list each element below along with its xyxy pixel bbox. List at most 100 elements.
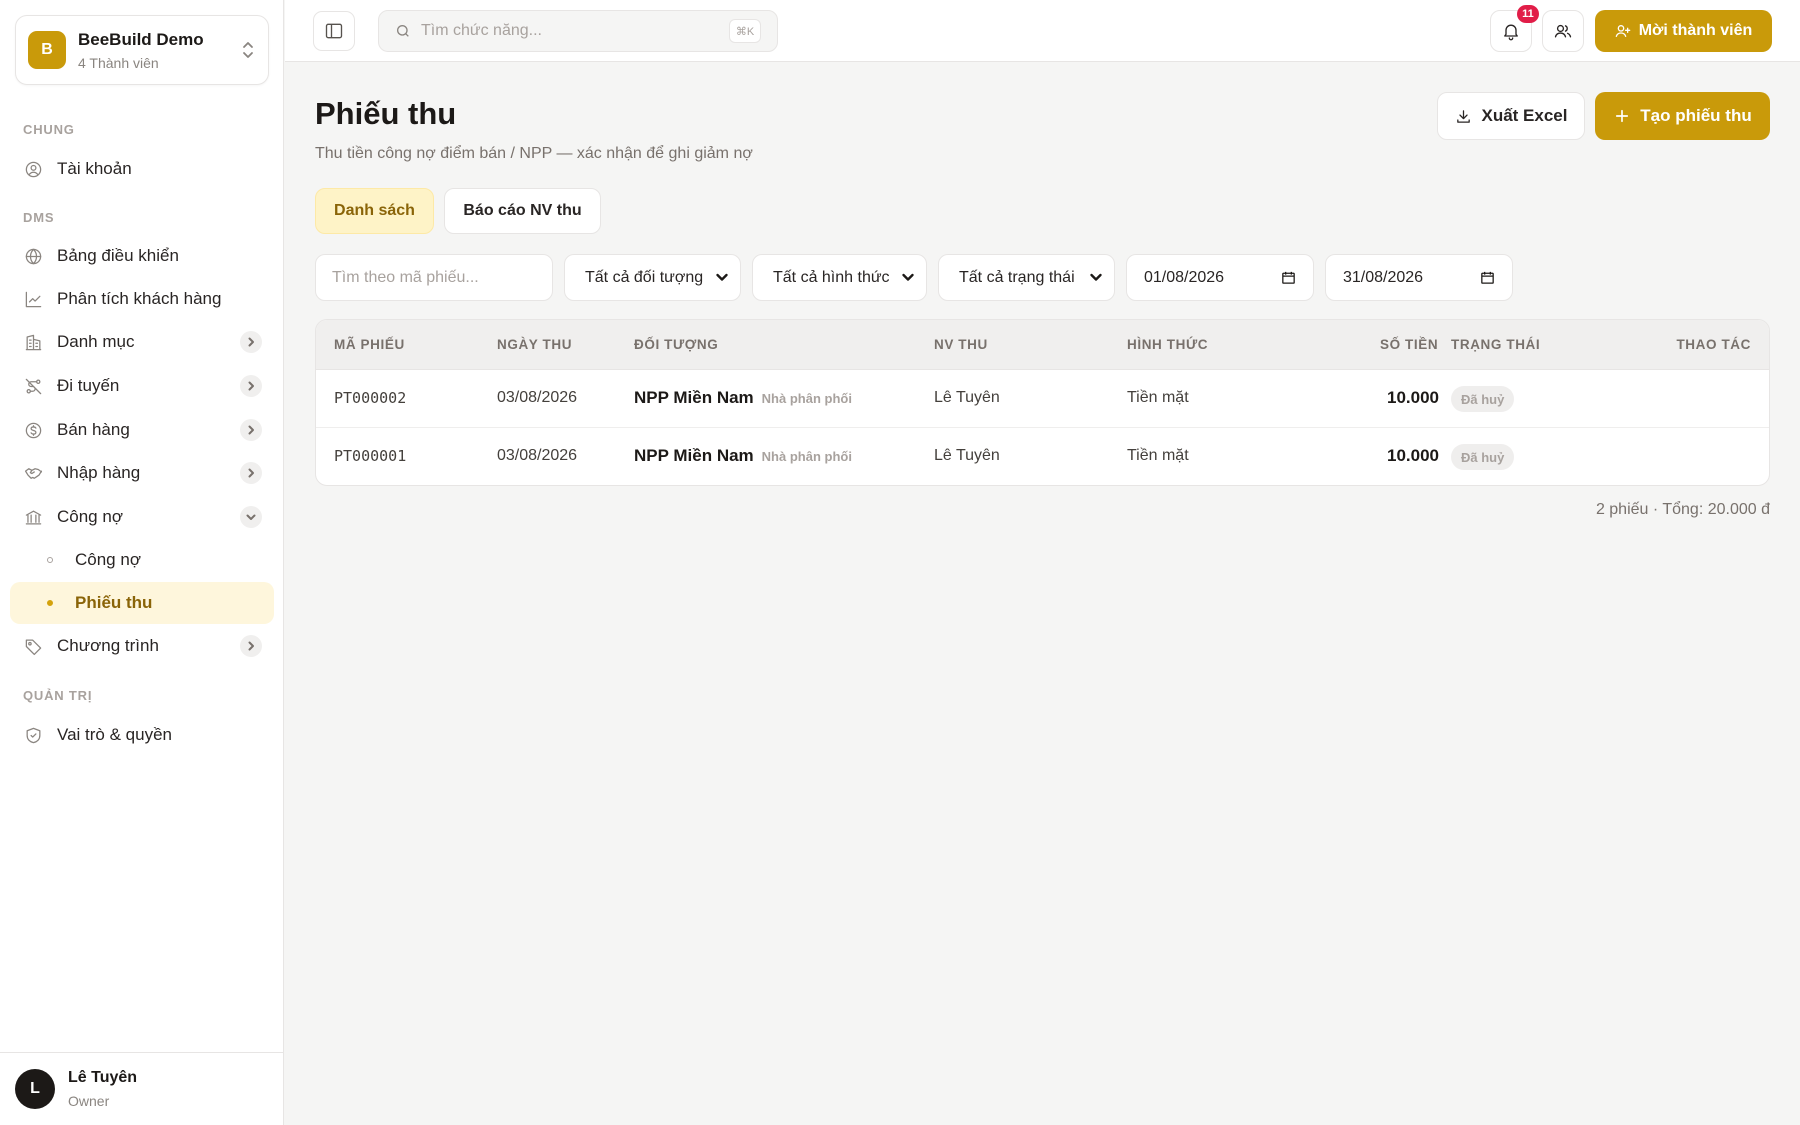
section-label-general: CHUNG	[23, 122, 75, 137]
receipt-date: 03/08/2026	[497, 447, 578, 464]
sidebar-item-label: Công nợ	[57, 507, 123, 526]
sidebar-subitem-receipts[interactable]: Phiếu thu	[10, 582, 274, 624]
workspace-members: 4 Thành viên	[78, 54, 159, 71]
sidebar-item-customer-analytics[interactable]: Phân tích khách hàng	[12, 278, 274, 320]
create-receipt-button[interactable]: Tạo phiếu thu	[1595, 92, 1770, 140]
topbar: Tìm chức năng... ⌘K 11 Mời thành viên	[285, 0, 1800, 62]
bullet-icon	[47, 557, 53, 563]
chevron-down-icon	[240, 506, 262, 528]
status-badge: Đã huỷ	[1451, 386, 1515, 412]
chevron-up-down-icon	[240, 41, 256, 59]
members-button[interactable]	[1542, 10, 1584, 52]
receipt-object: NPP Miền Nam Nhà phân phối	[634, 446, 852, 466]
notifications-button[interactable]: 11	[1490, 5, 1539, 52]
sidebar-item-account[interactable]: Tài khoản	[12, 148, 274, 190]
page-subtitle: Thu tiền công nợ điểm bán / NPP — xác nh…	[315, 145, 753, 162]
object-name: NPP Miền Nam	[634, 388, 754, 407]
column-header-code[interactable]: MÃ PHIẾU	[334, 337, 405, 352]
column-header-date[interactable]: NGÀY THU	[497, 337, 572, 352]
receipt-collector: Lê Tuyên	[934, 447, 1000, 464]
object-filter-select[interactable]: Tất cả đối tượng	[564, 254, 741, 301]
receipt-code-search-input[interactable]: Tìm theo mã phiếu...	[315, 254, 553, 301]
sidebar-item-routes[interactable]: Đi tuyến	[12, 365, 274, 407]
receipt-amount: 10.000	[1387, 388, 1439, 407]
tab-list[interactable]: Danh sách	[315, 188, 434, 234]
status-badge: Đã huỷ	[1451, 444, 1515, 470]
bullet-icon	[47, 600, 53, 606]
search-placeholder: Tìm chức năng...	[421, 22, 542, 39]
chevron-down-icon	[900, 269, 916, 290]
user-name: Lê Tuyên	[68, 1069, 138, 1086]
receipt-code[interactable]: PT000001	[334, 447, 406, 465]
column-header-collector[interactable]: NV THU	[934, 337, 988, 352]
notification-count-badge: 11	[1517, 5, 1539, 23]
user-plus-icon	[1615, 25, 1631, 37]
receipt-code-search-placeholder: Tìm theo mã phiếu...	[332, 268, 479, 286]
sidebar-item-label: Nhập hàng	[57, 463, 141, 482]
sidebar-item-programs[interactable]: Chương trình	[12, 625, 274, 667]
sidebar-subitem-debt[interactable]: Công nợ	[10, 539, 274, 581]
column-header-amount[interactable]: SỐ TIỀN	[1380, 337, 1438, 352]
bank-icon	[23, 507, 43, 527]
shield-check-icon	[23, 725, 43, 745]
sidebar-item-label: Đi tuyến	[57, 376, 120, 395]
users-icon	[1554, 24, 1572, 38]
handshake-icon	[23, 463, 43, 483]
user-profile[interactable]: L Lê Tuyên Owner	[0, 1052, 284, 1125]
chevron-right-icon	[240, 375, 262, 397]
column-header-method[interactable]: HÌNH THỨC	[1127, 337, 1208, 352]
table-row[interactable]: PT000001 03/08/2026 NPP Miền Nam Nhà phân…	[316, 427, 1769, 484]
tab-collector-report[interactable]: Báo cáo NV thu	[444, 188, 601, 234]
receipts-table: MÃ PHIẾU NGÀY THU ĐỐI TƯỢNG NV THU HÌNH …	[315, 319, 1770, 486]
user-circle-icon	[23, 159, 43, 179]
workspace-name: BeeBuild Demo	[78, 29, 204, 49]
column-header-status[interactable]: TRẠNG THÁI	[1451, 337, 1540, 352]
receipt-code[interactable]: PT000002	[334, 389, 406, 407]
sidebar-item-catalog[interactable]: Danh mục	[12, 321, 274, 363]
export-excel-label: Xuất Excel	[1481, 106, 1568, 125]
section-label-admin: QUẢN TRỊ	[23, 688, 93, 703]
workspace-logo: B	[28, 31, 66, 69]
section-label-dms: DMS	[23, 210, 55, 225]
building-icon	[23, 332, 43, 352]
table-row[interactable]: PT000002 03/08/2026 NPP Miền Nam Nhà phân…	[316, 370, 1769, 427]
date-from-value: 01/08/2026	[1144, 268, 1225, 286]
sidebar-subitem-label: Công nợ	[75, 550, 141, 569]
date-to-input[interactable]: 31/08/2026	[1325, 254, 1513, 301]
plus-icon	[1616, 109, 1629, 123]
sidebar-item-purchasing[interactable]: Nhập hàng	[12, 452, 274, 494]
globe-icon	[23, 246, 43, 266]
sidebar-item-debt[interactable]: Công nợ	[12, 496, 274, 538]
object-name: NPP Miền Nam	[634, 446, 754, 465]
column-header-object[interactable]: ĐỐI TƯỢNG	[634, 337, 718, 352]
sidebar-toggle-button[interactable]	[313, 11, 355, 51]
export-excel-button[interactable]: Xuất Excel	[1437, 92, 1585, 140]
receipt-collector: Lê Tuyên	[934, 389, 1000, 406]
command-search-input[interactable]: Tìm chức năng... ⌘K	[378, 10, 778, 52]
sidebar-item-label: Vai trò & quyền	[57, 725, 172, 744]
receipt-method: Tiền mặt	[1127, 447, 1189, 464]
sidebar-item-roles[interactable]: Vai trò & quyền	[12, 714, 274, 756]
date-from-input[interactable]: 01/08/2026	[1126, 254, 1314, 301]
sidebar-item-sales[interactable]: Bán hàng	[12, 409, 274, 451]
invite-member-button[interactable]: Mời thành viên	[1595, 10, 1772, 52]
calendar-icon	[1280, 269, 1297, 291]
tag-icon	[23, 636, 43, 656]
search-icon	[397, 25, 409, 37]
status-filter-value: Tất cả trạng thái	[959, 268, 1075, 286]
method-filter-select[interactable]: Tất cả hình thức	[752, 254, 927, 301]
workspace-switcher[interactable]: B BeeBuild Demo 4 Thành viên	[15, 15, 269, 85]
page-title: Phiếu thu	[315, 96, 457, 131]
download-icon	[1456, 109, 1470, 123]
receipt-method: Tiền mặt	[1127, 389, 1189, 406]
chevron-right-icon	[240, 331, 262, 353]
status-filter-select[interactable]: Tất cả trạng thái	[938, 254, 1115, 301]
chevron-down-icon	[714, 269, 730, 290]
object-filter-value: Tất cả đối tượng	[585, 268, 704, 286]
panel-left-icon	[325, 23, 343, 39]
date-to-value: 31/08/2026	[1343, 268, 1424, 286]
sidebar-item-dashboard[interactable]: Bảng điều khiển	[12, 235, 274, 277]
sidebar-item-label: Bảng điều khiển	[57, 246, 179, 265]
dollar-circle-icon	[23, 420, 43, 440]
sidebar-item-label: Tài khoản	[57, 159, 132, 178]
